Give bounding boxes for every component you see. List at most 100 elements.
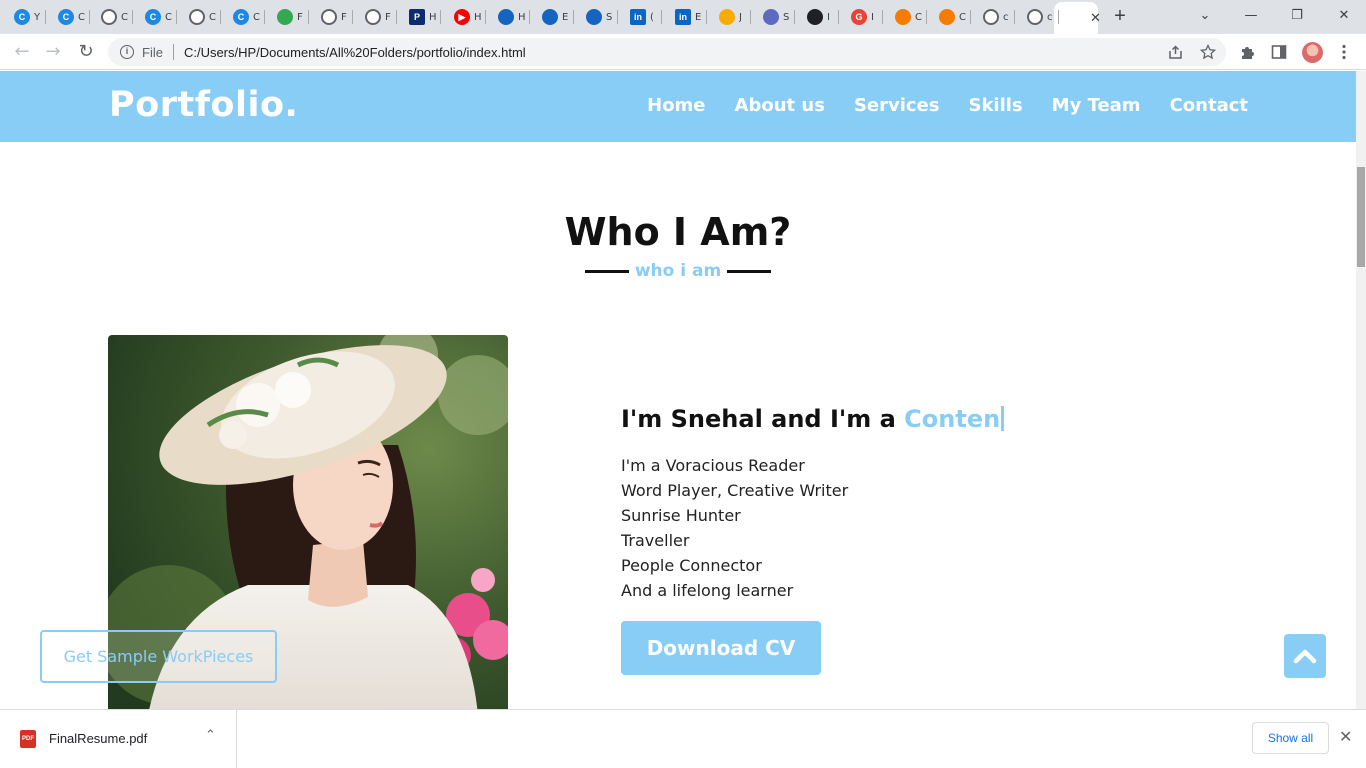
chevron-up-icon — [1293, 649, 1317, 664]
browser-tab[interactable]: E — [533, 4, 574, 30]
tab-title: H — [518, 11, 526, 23]
forward-button[interactable]: → — [41, 40, 65, 64]
get-sample-workpieces-button[interactable]: Get Sample WorkPieces — [40, 630, 277, 683]
browser-tab[interactable]: C — [886, 4, 927, 30]
tab-title: S — [606, 11, 613, 23]
browser-tab[interactable]: in E — [666, 4, 707, 30]
browser-tab[interactable]: F — [312, 4, 353, 30]
browser-tab[interactable]: in ( — [621, 4, 662, 30]
download-item[interactable]: PDF FinalResume.pdf ⌃ — [0, 710, 237, 768]
downloads-bar: PDF FinalResume.pdf ⌃ Show all ✕ — [0, 709, 1366, 768]
restore-button[interactable]: ❐ — [1285, 4, 1309, 28]
about-line: People Connector — [621, 556, 762, 575]
share-icon[interactable] — [1168, 45, 1183, 60]
show-all-button[interactable]: Show all — [1252, 722, 1329, 754]
bird-icon — [586, 9, 602, 25]
globe-icon — [1027, 9, 1043, 25]
url-text[interactable]: C:/Users/HP/Documents/All%20Folders/port… — [184, 45, 526, 60]
tab-title: Y — [34, 11, 41, 23]
browser-tab[interactable]: CY — [5, 4, 46, 30]
tab-title: S — [783, 11, 790, 23]
close-window-button[interactable]: ✕ — [1332, 4, 1356, 28]
browser-tab[interactable]: F — [356, 4, 397, 30]
tab-title: C — [121, 11, 128, 23]
nav-home[interactable]: Home — [647, 95, 705, 116]
browser-tab[interactable]: CC — [224, 4, 265, 30]
omnibox-divider — [172, 44, 174, 60]
nav-contact[interactable]: Contact — [1170, 95, 1248, 116]
tab-separator — [132, 10, 133, 24]
pdf-file-icon: PDF — [20, 730, 36, 748]
browser-tab[interactable]: CC — [136, 4, 177, 30]
tab-title: c — [1047, 11, 1053, 23]
download-cv-button[interactable]: Download CV — [621, 621, 821, 675]
section-title: Who I Am? — [564, 210, 792, 254]
tab-separator — [573, 10, 574, 24]
about-line: I'm a Voracious Reader — [621, 456, 805, 475]
nav-services[interactable]: Services — [854, 95, 940, 116]
browser-tab[interactable]: S — [577, 4, 618, 30]
browser-tab[interactable]: C — [180, 4, 221, 30]
globe-icon — [189, 9, 205, 25]
page-viewport: Portfolio. Home About us Services Skills… — [0, 71, 1356, 709]
tab-title: E — [562, 11, 569, 23]
page-scrollbar[interactable] — [1356, 71, 1366, 709]
browser-tab[interactable]: CC — [49, 4, 90, 30]
globe-icon — [365, 9, 381, 25]
tab-separator — [220, 10, 221, 24]
browser-menu-icon[interactable] — [1342, 44, 1346, 60]
tab-search-icon[interactable]: ⌄ — [1193, 4, 1217, 28]
back-button[interactable]: ← — [10, 40, 34, 64]
tab-title: C — [78, 11, 85, 23]
profile-avatar[interactable] — [1302, 42, 1323, 63]
globe-icon — [321, 9, 337, 25]
browser-tab[interactable]: C — [92, 4, 133, 30]
tab-title: H — [474, 11, 482, 23]
nav-about-us[interactable]: About us — [735, 95, 825, 116]
browser-tab[interactable]: GI — [842, 4, 883, 30]
side-panel-icon[interactable] — [1271, 44, 1287, 60]
tab-separator — [485, 10, 486, 24]
address-bar[interactable]: i File C:/Users/HP/Documents/All%20Folde… — [108, 38, 1226, 66]
tab-title: C — [253, 11, 260, 23]
close-downloads-icon[interactable]: ✕ — [1339, 727, 1352, 746]
browser-tab[interactable]: F — [268, 4, 309, 30]
browser-tab[interactable]: ▶ H — [445, 4, 486, 30]
nav-my-team[interactable]: My Team — [1052, 95, 1141, 116]
tab-portfolio-active[interactable]: P ✕ — [1054, 2, 1101, 34]
extensions-puzzle-icon[interactable] — [1239, 44, 1256, 61]
tab-close-icon[interactable]: ✕ — [1090, 10, 1101, 26]
orange-tab-icon — [939, 9, 955, 25]
tab-title: C — [165, 11, 172, 23]
site-info-icon[interactable]: i — [120, 45, 134, 59]
browser-tab[interactable]: H — [489, 4, 530, 30]
tab-strip: P ✕ + ⌄ — ❐ ✕ CYCCCCCCCCFFFPH▶HHESin(inE… — [0, 0, 1366, 34]
bookmark-star-icon[interactable] — [1200, 44, 1216, 60]
browser-tab[interactable]: PH — [400, 4, 441, 30]
scrollbar-thumb[interactable] — [1357, 167, 1365, 267]
site-logo[interactable]: Portfolio. — [109, 85, 298, 125]
browser-tab[interactable]: c — [1018, 4, 1059, 30]
minimize-button[interactable]: — — [1239, 4, 1263, 28]
tab-title: C — [915, 11, 922, 23]
browser-tab[interactable]: c — [974, 4, 1015, 30]
download-file-name[interactable]: FinalResume.pdf — [49, 731, 147, 746]
tab-separator — [750, 10, 751, 24]
tab-title: c — [1003, 11, 1009, 23]
browser-tab[interactable]: I — [798, 4, 839, 30]
tab-title: F — [297, 11, 303, 23]
linkedin-icon: in — [675, 9, 691, 25]
new-tab-button[interactable]: + — [1110, 6, 1130, 26]
scroll-to-top-button[interactable] — [1284, 634, 1326, 678]
tab-title: F — [385, 11, 391, 23]
about-lines: I'm a Voracious Reader Word Player, Crea… — [621, 453, 848, 603]
nav-skills[interactable]: Skills — [968, 95, 1022, 116]
bird-icon — [542, 9, 558, 25]
reload-button[interactable]: ↻ — [74, 40, 98, 64]
browser-tab[interactable]: J — [710, 4, 751, 30]
site-navbar: Portfolio. Home About us Services Skills… — [0, 71, 1356, 142]
browser-tab[interactable]: S — [754, 4, 795, 30]
browser-tab[interactable]: C — [930, 4, 971, 30]
chevron-up-icon[interactable]: ⌃ — [205, 728, 216, 743]
p-logo-icon: P — [409, 9, 425, 25]
